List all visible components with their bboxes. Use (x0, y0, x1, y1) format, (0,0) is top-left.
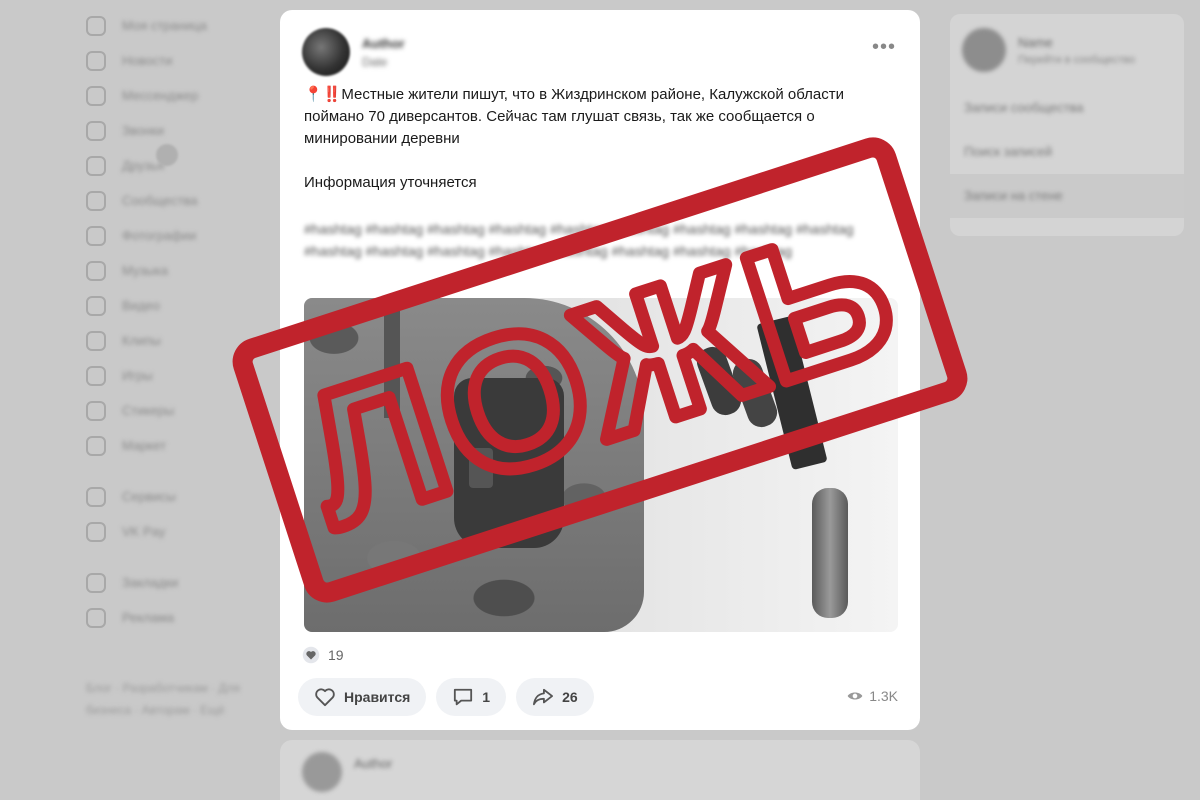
sidebar-item-label: Моя страница (122, 18, 207, 33)
sidebar-item[interactable]: Игры (86, 358, 266, 393)
friends-icon (86, 155, 106, 176)
sidebar-item[interactable]: Реклама (86, 600, 266, 635)
sidebar-item-label: Клипы (122, 333, 161, 348)
next-author-name[interactable]: Author (354, 756, 392, 771)
sidebar-item-label: Стикеры (122, 403, 175, 418)
menu-item-wall-posts[interactable]: Записи на стене (950, 174, 1184, 218)
community-link[interactable]: Перейти в сообщество (1018, 54, 1135, 66)
photo-suppressor (812, 488, 848, 618)
share-icon (533, 688, 554, 706)
games-icon (86, 365, 106, 386)
share-button[interactable]: 26 (516, 678, 594, 716)
sidebar-item[interactable]: Закладки (86, 565, 266, 600)
post-hashtags[interactable]: #hashtag #hashtag #hashtag #hashtag #has… (304, 218, 894, 262)
like-button[interactable]: Нравится (298, 678, 427, 716)
home-icon (86, 15, 106, 36)
author-avatar[interactable] (302, 28, 350, 76)
communities-icon (86, 190, 106, 211)
photo-strap (384, 298, 400, 418)
like-label: Нравится (344, 689, 411, 705)
video-icon (86, 295, 106, 316)
sidebar-item-label: Звонки (122, 123, 164, 138)
pay-icon (86, 521, 106, 542)
views-count: 1.3K (869, 688, 898, 704)
music-icon (86, 260, 106, 281)
post-paragraph: Информация уточняется (304, 174, 477, 191)
photo-icon (86, 225, 106, 246)
sidebar-item[interactable]: VK Pay (86, 514, 266, 549)
sidebar-item-label: Мессенджер (122, 88, 199, 103)
bookmark-icon (86, 572, 106, 593)
friends-counter-badge (156, 144, 178, 166)
chat-icon (86, 85, 106, 106)
sidebar-item[interactable]: Фотографии (86, 218, 266, 253)
sidebar-footer-links[interactable]: Блог · Разработчикам · Для бизнеса · Авт… (86, 677, 256, 721)
sidebar-item-label: Реклама (122, 610, 175, 625)
views-counter: 1.3K (847, 688, 898, 704)
menu-item-search-posts[interactable]: Поиск записей (950, 130, 1184, 174)
sidebar-item[interactable]: Музыка (86, 253, 266, 288)
comment-button[interactable]: 1 (436, 678, 507, 716)
news-icon (86, 50, 106, 71)
ads-icon (86, 607, 106, 628)
sidebar-item-label: Фотографии (122, 228, 197, 243)
comments-count: 1 (482, 689, 491, 705)
sidebar-item[interactable]: Стикеры (86, 393, 266, 428)
post-header: Author Date (302, 28, 405, 76)
comment-icon (454, 688, 473, 706)
right-panel: Name Перейти в сообщество Записи сообщес… (950, 14, 1184, 236)
next-author-avatar[interactable] (302, 752, 342, 792)
sidebar-item[interactable]: Сервисы (86, 479, 266, 514)
author-name[interactable]: Author (362, 36, 405, 51)
post-card: Author Date ••• 📍‼️Местные жители пишут,… (280, 10, 920, 730)
post-date[interactable]: Date (362, 55, 405, 69)
sidebar-item-label: Сервисы (122, 489, 176, 504)
menu-item-community-posts[interactable]: Записи сообщества (950, 86, 1184, 130)
sidebar-item[interactable]: Звонки (86, 113, 266, 148)
post-paragraph: 📍‼️Местные жители пишут, что в Жиздринск… (304, 86, 845, 147)
post-actions: Нравится 1 26 (298, 678, 594, 716)
next-post-card: Author (280, 740, 920, 800)
sidebar-item-label: VK Pay (122, 524, 166, 539)
services-icon (86, 486, 106, 507)
left-sidebar: Моя страница Новости Мессенджер Звонки Друзь… (86, 8, 266, 721)
sidebar-item[interactable]: Маркет (86, 428, 266, 463)
community-name[interactable]: Name (1018, 35, 1135, 50)
sidebar-item-label: Видео (122, 298, 160, 313)
likes-count: 19 (328, 647, 344, 663)
shares-count: 26 (562, 689, 578, 705)
sidebar-item-label: Закладки (122, 575, 179, 590)
sidebar-item-label: Сообщества (122, 193, 198, 208)
community-profile[interactable]: Name Перейти в сообщество (950, 14, 1184, 86)
community-avatar[interactable] (962, 28, 1006, 72)
eye-icon (847, 692, 863, 700)
sidebar-group-extra: Закладки Реклама (86, 565, 266, 635)
sidebar-item[interactable]: Мессенджер (86, 78, 266, 113)
stickers-icon (86, 400, 106, 421)
sidebar-item-label: Музыка (122, 263, 168, 278)
sidebar-item[interactable]: Клипы (86, 323, 266, 358)
sidebar-group-services: Сервисы VK Pay (86, 479, 266, 549)
post-photo[interactable] (304, 298, 898, 632)
sidebar-item[interactable]: Новости (86, 43, 266, 78)
sidebar-item-label: Игры (122, 368, 153, 383)
market-icon (86, 435, 106, 456)
sidebar-item[interactable]: Сообщества (86, 183, 266, 218)
sidebar-item-label: Новости (122, 53, 173, 68)
more-options-button[interactable]: ••• (872, 37, 896, 57)
clips-icon (86, 330, 106, 351)
sidebar-group-main: Моя страница Новости Мессенджер Звонки Друзь… (86, 8, 266, 463)
heart-outline-icon (315, 688, 335, 707)
heart-icon (302, 646, 320, 664)
sidebar-item[interactable]: Моя страница (86, 8, 266, 43)
phone-icon (86, 120, 106, 141)
reactions-summary[interactable]: 19 (302, 646, 344, 664)
sidebar-item-label: Маркет (122, 438, 167, 453)
divider (86, 549, 266, 565)
sidebar-item[interactable]: Видео (86, 288, 266, 323)
photo-holster-light (469, 448, 493, 488)
divider (86, 463, 266, 479)
post-text: 📍‼️Местные жители пишут, что в Жиздринск… (304, 84, 894, 194)
